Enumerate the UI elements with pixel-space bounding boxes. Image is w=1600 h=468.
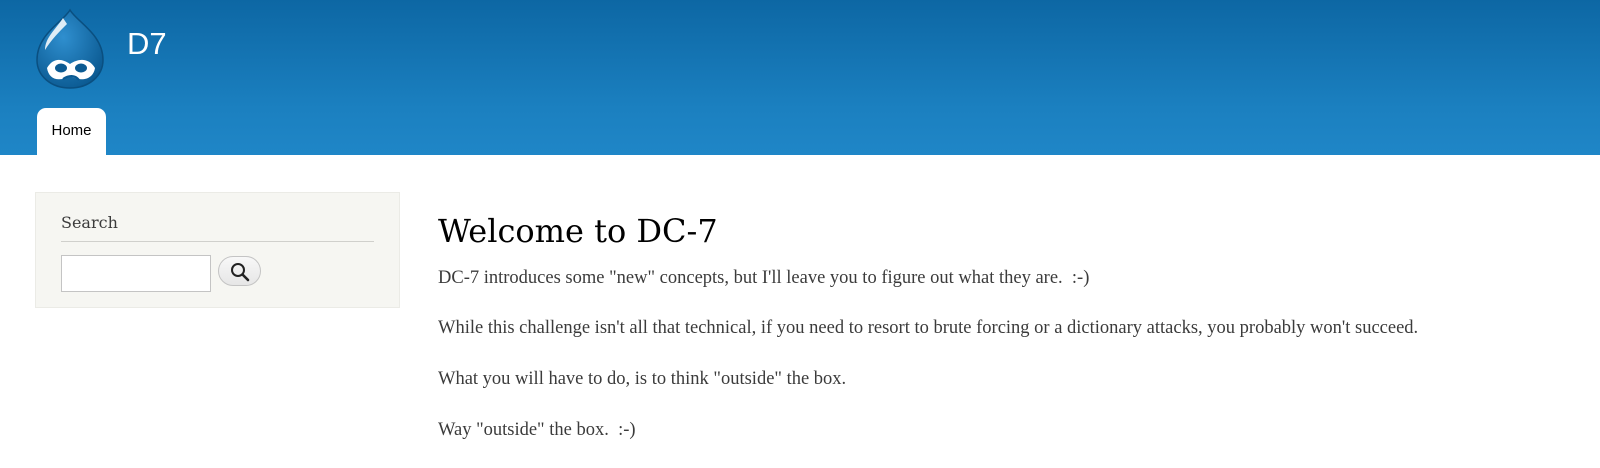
- paragraph: What you will have to do, is to think "o…: [438, 369, 847, 389]
- divider: [61, 241, 374, 242]
- search-button[interactable]: [218, 256, 261, 286]
- page-title: Welcome to DC-7: [438, 212, 718, 250]
- paragraph: Way "outside" the box. :-): [438, 420, 636, 440]
- search-block-title: Search: [61, 213, 118, 232]
- search-block: Search: [35, 192, 400, 308]
- site-name-link[interactable]: D7: [127, 25, 167, 63]
- search-icon: [231, 263, 250, 282]
- drupal-logo-icon[interactable]: [33, 8, 107, 90]
- search-input[interactable]: [61, 255, 211, 292]
- tab-home[interactable]: Home: [37, 108, 106, 155]
- paragraph: While this challenge isn't all that tech…: [438, 318, 1419, 338]
- paragraph: DC-7 introduces some "new" concepts, but…: [438, 268, 1090, 288]
- main-content: Welcome to DC-7 DC-7 introduces some "ne…: [438, 210, 1578, 440]
- site-header: D7 Home: [0, 0, 1600, 155]
